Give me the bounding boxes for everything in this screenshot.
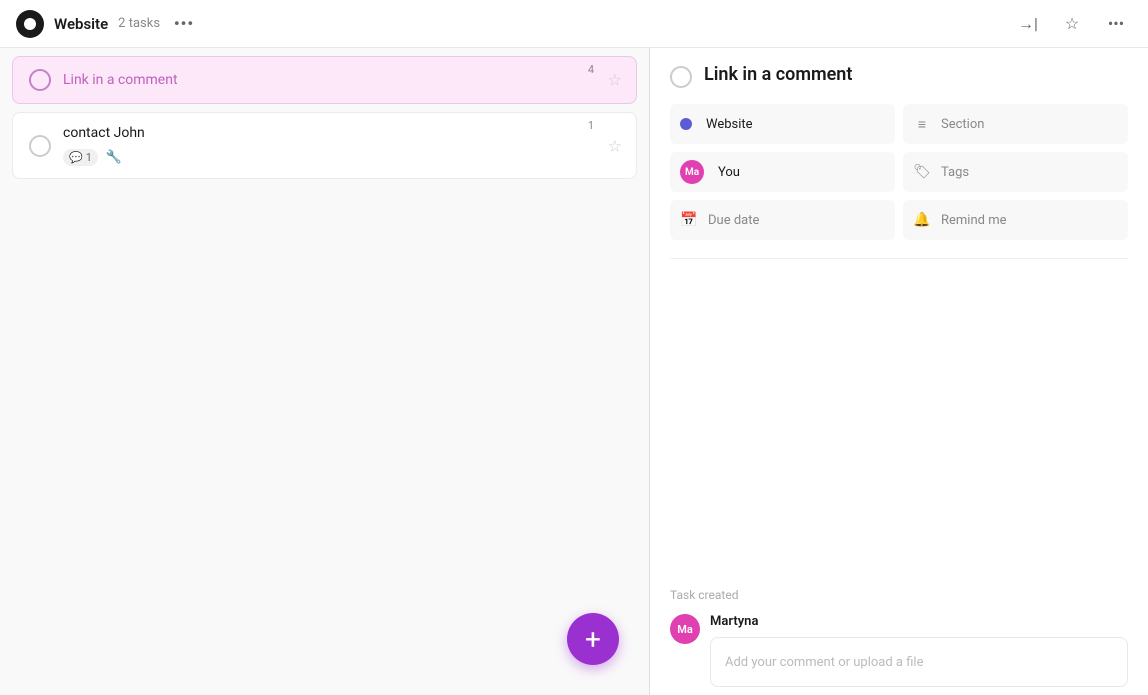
project-icon [16, 10, 44, 38]
comment-user-info: Ma [670, 614, 700, 644]
detail-title-row: Link in a comment [650, 48, 1148, 96]
section-icon: ≡ [913, 116, 931, 133]
comment-input-row: Ma Martyna Add your comment or upload a … [670, 614, 1128, 687]
wrench-icon: 🔧 [106, 150, 122, 165]
task-star-2[interactable]: ☆ [608, 136, 622, 155]
task-item[interactable]: Link in a comment 4 ☆ [12, 56, 637, 104]
section-label: Section [941, 117, 1118, 132]
remind-me-label: Remind me [941, 213, 1118, 228]
comment-count: 1 [86, 151, 92, 164]
project-dot-icon [680, 118, 692, 130]
detail-more-button[interactable]: ••• [1100, 8, 1132, 40]
tags-label: Tags [941, 165, 1118, 180]
project-field[interactable]: Website [670, 104, 895, 144]
tags-icon: 🏷 [913, 164, 931, 180]
detail-task-title: Link in a comment [704, 64, 1128, 85]
header-right: →| ☆ ••• [1012, 8, 1132, 40]
project-value: Website [706, 117, 753, 132]
comment-badge: 💬 1 [63, 149, 98, 166]
add-task-button[interactable]: + [567, 613, 619, 665]
nav-arrow-icon[interactable]: →| [1012, 8, 1044, 40]
detail-spacer [650, 269, 1148, 580]
assignee-avatar: Ma [680, 160, 704, 184]
bell-icon: 🔔 [913, 212, 931, 228]
task-meta: 💬 1 🔧 [63, 149, 620, 166]
project-title: Website [54, 15, 108, 33]
assignee-field[interactable]: Ma You [670, 152, 895, 192]
tags-field[interactable]: 🏷 Tags [903, 152, 1128, 192]
main-content: Link in a comment 4 ☆ contact John 💬 1 🔧… [0, 48, 1148, 695]
commenter-name: Martyna [710, 614, 1128, 629]
task-checkbox-1[interactable] [29, 69, 51, 91]
task-title-2: contact John [63, 125, 620, 141]
star-button[interactable]: ☆ [1056, 8, 1088, 40]
detail-divider [670, 258, 1128, 259]
commenter-avatar: Ma [670, 614, 700, 644]
task-item[interactable]: contact John 💬 1 🔧 1 ☆ [12, 112, 637, 179]
due-date-field[interactable]: 📅 Due date [670, 200, 895, 240]
remind-me-field[interactable]: 🔔 Remind me [903, 200, 1128, 240]
comment-input[interactable]: Add your comment or upload a file [710, 637, 1128, 687]
task-badge-2: 1 [588, 119, 594, 132]
task-created-label: Task created [670, 588, 1128, 602]
app-header: Website 2 tasks ••• →| ☆ ••• [0, 0, 1148, 48]
task-list-panel: Link in a comment 4 ☆ contact John 💬 1 🔧… [0, 48, 650, 695]
comment-placeholder: Add your comment or upload a file [725, 655, 923, 670]
task-detail-panel: Link in a comment Website ≡ Section Ma Y… [650, 48, 1148, 695]
project-icon-inner [24, 18, 36, 30]
comment-icon: 💬 [69, 151, 83, 164]
add-icon: + [585, 623, 601, 656]
due-date-label: Due date [708, 213, 885, 228]
task-star-1[interactable]: ☆ [608, 71, 622, 90]
header-more-button[interactable]: ••• [170, 10, 198, 38]
task-badge-1: 4 [588, 63, 594, 76]
task-title-1: Link in a comment [63, 72, 620, 88]
task-checkbox-2[interactable] [29, 135, 51, 157]
detail-fields: Website ≡ Section Ma You 🏷 Tags 📅 Due da… [650, 96, 1148, 248]
comment-section: Task created Ma Martyna Add your comment… [650, 580, 1148, 695]
task-count: 2 tasks [118, 16, 160, 31]
assignee-value: You [718, 165, 740, 180]
section-field[interactable]: ≡ Section [903, 104, 1128, 144]
calendar-icon: 📅 [680, 212, 698, 228]
header-left: Website 2 tasks ••• [16, 10, 1002, 38]
detail-task-checkbox[interactable] [670, 66, 692, 88]
